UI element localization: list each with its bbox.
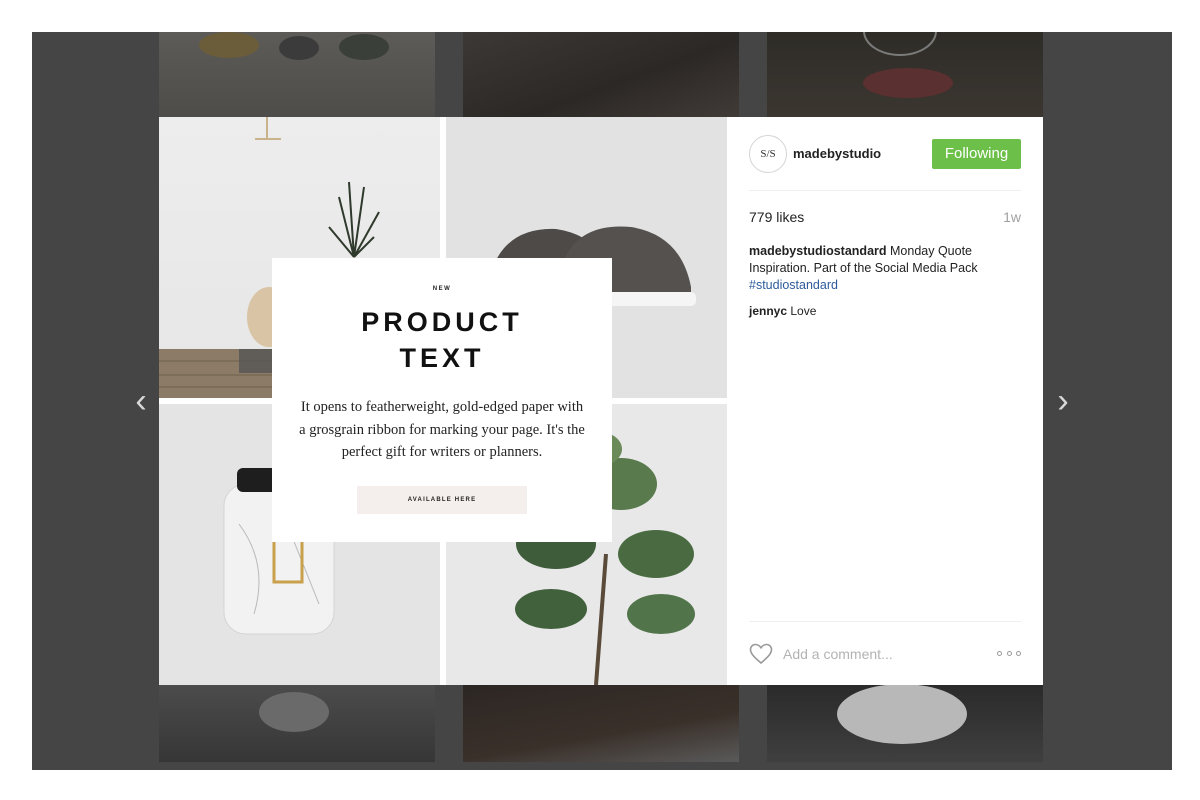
comment-input[interactable] (783, 645, 997, 662)
post-modal: NEW PRODUCT TEXT It opens to featherweig… (159, 117, 1043, 685)
more-dot (1006, 651, 1012, 656)
background-detail (339, 34, 389, 60)
background-photo (463, 684, 739, 762)
background-detail (863, 32, 937, 56)
username-link[interactable]: madebystudio (793, 146, 881, 161)
comment-bar (749, 621, 1021, 685)
background-photo (463, 32, 739, 118)
background-photo (159, 684, 435, 762)
background-photo (767, 32, 1043, 118)
comment-text: Love (790, 304, 817, 318)
more-dot (1016, 651, 1021, 656)
background-detail (837, 684, 967, 744)
post-time: 1w (1003, 209, 1021, 225)
comment-username[interactable]: jennyc (749, 304, 787, 318)
product-card: NEW PRODUCT TEXT It opens to featherweig… (272, 258, 612, 542)
following-button[interactable]: Following (932, 138, 1021, 169)
card-title-line: TEXT (399, 343, 485, 373)
next-post-chevron-right-icon[interactable]: › (1048, 384, 1078, 418)
card-eyebrow: NEW (432, 286, 452, 292)
card-body-text: It opens to featherweight, gold-edged pa… (299, 399, 585, 460)
heart-icon[interactable] (749, 643, 773, 665)
post-caption: madebystudiostandard Monday Quote Inspir… (749, 243, 1021, 294)
previous-post-chevron-left-icon[interactable]: ‹ (126, 384, 156, 418)
hashtag-link[interactable]: #studiostandard (749, 277, 838, 294)
comment-item: jennyc Love (749, 304, 1021, 318)
card-title-line: PRODUCT (361, 307, 523, 337)
background-detail (863, 68, 953, 98)
available-here-button[interactable]: AVAILABLE HERE (357, 485, 527, 514)
background-photo (159, 32, 435, 118)
more-icon[interactable] (997, 651, 1021, 656)
post-image[interactable]: NEW PRODUCT TEXT It opens to featherweig… (159, 117, 727, 685)
background-detail (279, 36, 319, 60)
post-sidebar: S/S madebystudio Following 779 likes 1w … (727, 117, 1043, 685)
card-title: PRODUCT TEXT (272, 304, 612, 376)
caption-username[interactable]: madebystudiostandard (749, 244, 887, 258)
post-meta: 779 likes 1w (749, 209, 1021, 225)
avatar[interactable]: S/S (749, 134, 787, 173)
more-dot (997, 651, 1002, 656)
background-detail (259, 692, 329, 732)
post-header: S/S madebystudio Following (749, 117, 1021, 191)
background-photo (767, 684, 1043, 762)
likes-count[interactable]: 779 likes (749, 209, 804, 225)
background-detail (199, 32, 259, 58)
